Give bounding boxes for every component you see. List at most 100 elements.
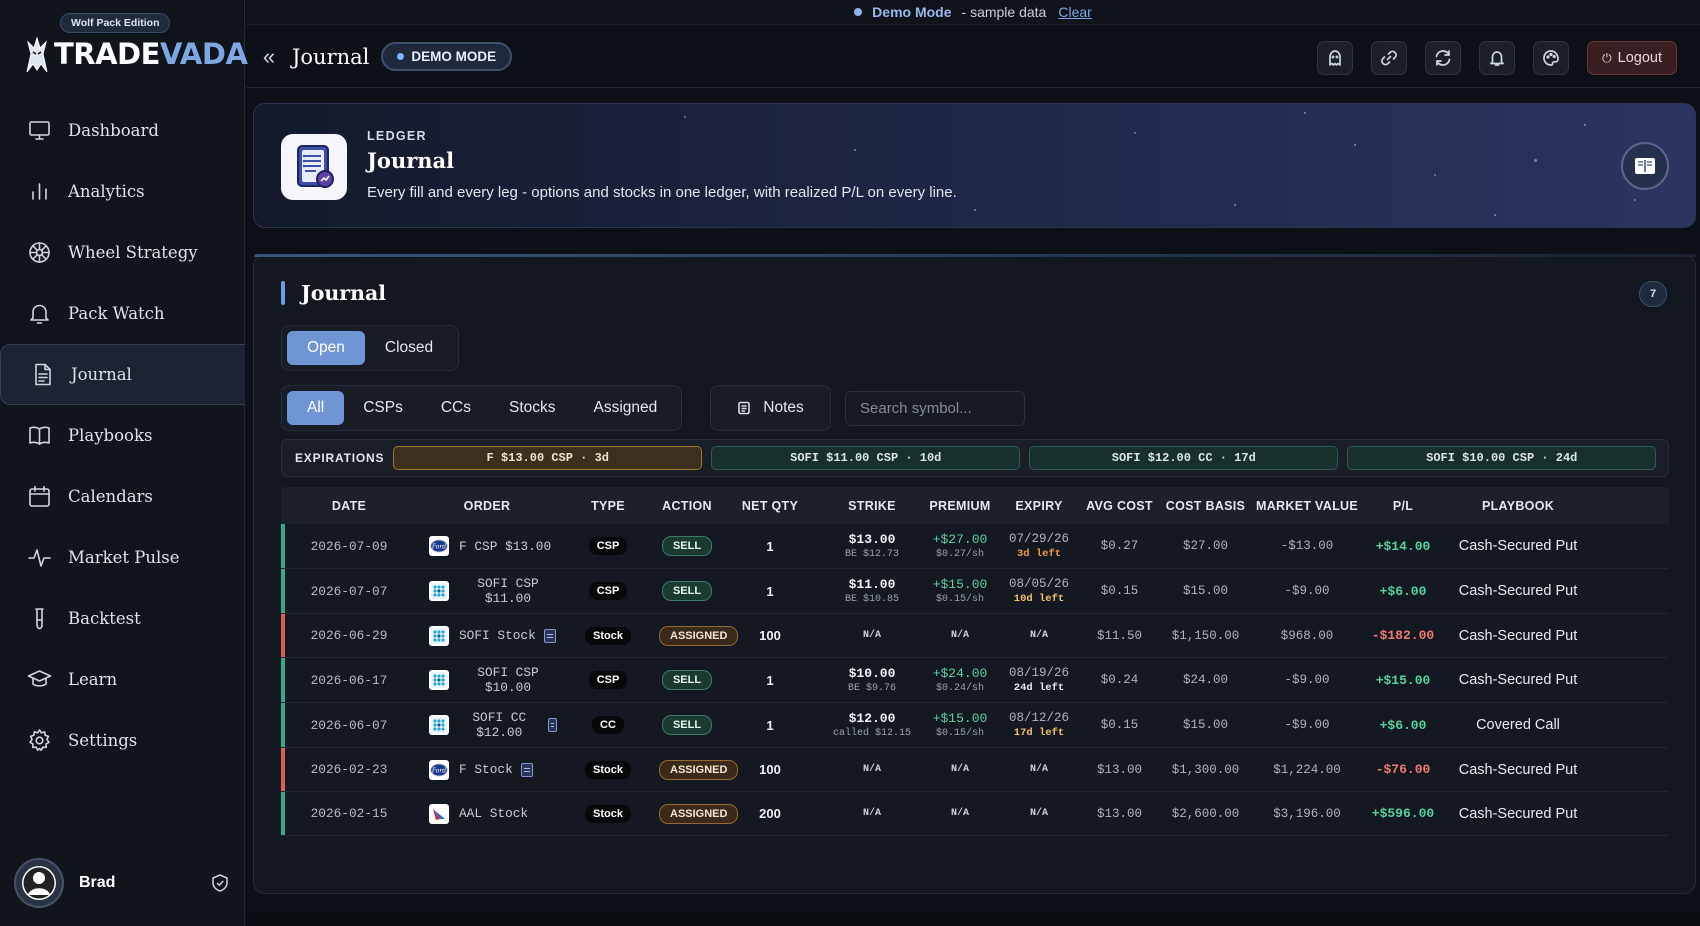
cell-cost-basis: $1,150.00 [1171,628,1240,643]
cell-expiry: 08/12/26 17d left [1008,711,1069,739]
expiration-chip[interactable]: SOFI $10.00 CSP · 24d [1347,446,1657,470]
cell-order[interactable]: SOFI CSP $10.00 [417,665,557,695]
avatar[interactable] [14,858,64,908]
column-header-date[interactable]: DATE [281,499,417,513]
sidebar-item-analytics[interactable]: Analytics [0,161,245,222]
shield-check-icon[interactable] [210,873,230,893]
clear-demo-link[interactable]: Clear [1058,4,1091,20]
sidebar-item-dashboard[interactable]: Dashboard [0,100,245,161]
cell-type: Stock [557,760,659,779]
notes-icon [738,401,751,415]
cell-expiry: 08/19/26 24d left [1008,666,1069,694]
cell-avg-cost: $0.24 [1100,673,1139,687]
theme-button[interactable] [1533,41,1570,75]
table-row[interactable]: 2026-06-29 SOFI Stock Stock ASSIGNED 100 N/A N… [281,614,1669,658]
cell-net-qty: 1 [766,672,774,688]
column-header-type[interactable]: TYPE [557,499,659,513]
column-header-action[interactable]: ACTION [659,499,715,513]
sidebar-item-journal[interactable]: Journal [0,344,245,405]
cell-order[interactable]: SOFI CC $12.00 [417,710,557,740]
sidebar-item-label: Journal [71,365,132,384]
expiration-chip[interactable]: SOFI $11.00 CSP · 10d [711,446,1021,470]
row-status-edge [281,748,285,791]
sidebar-item-label: Backtest [68,609,141,628]
bar-chart-icon [26,179,52,205]
filter-tab-all[interactable]: All [287,391,345,425]
svg-text:Ford: Ford [431,544,446,551]
column-header-strike[interactable]: STRIKE [825,499,919,513]
cell-order[interactable]: SOFI Stock [417,625,557,646]
sidebar-item-pack-watch[interactable]: Pack Watch [0,283,245,344]
column-header-p-l[interactable]: P/L [1365,499,1441,513]
brand-logo[interactable]: Wolf Pack Edition TRADEVADA [22,12,248,74]
note-icon[interactable] [543,628,556,643]
calendar-icon [26,484,52,510]
type-badge: Stock [585,626,631,645]
cell-order[interactable]: SOFI CSP $11.00 [417,576,557,606]
user-profile[interactable]: Brad [14,858,234,908]
row-status-edge [281,569,285,613]
sidebar-item-wheel-strategy[interactable]: Wheel Strategy [0,222,245,283]
table-row[interactable]: 2026-07-07 SOFI CSP $11.00 CSP SELL 1 $11.00 B… [281,569,1669,614]
sidebar-item-backtest[interactable]: Backtest [0,588,245,649]
column-header-avg-cost[interactable]: AVG COST [1077,499,1162,513]
refresh-button[interactable] [1425,41,1462,75]
filter-tab-stocks[interactable]: Stocks [490,391,575,425]
sidebar-item-market-pulse[interactable]: Market Pulse [0,527,245,588]
cell-pl: -$76.00 [1375,762,1431,777]
ghost-button[interactable] [1317,41,1354,75]
cell-playbook: Covered Call [1476,717,1560,733]
table-row[interactable]: 2026-02-15 AAL Stock Stock ASSIGNED 200 N/A N/… [281,792,1669,836]
column-header-net-qty[interactable]: NET QTY [715,499,825,513]
wolf-icon [26,36,48,73]
sidebar-item-learn[interactable]: Learn [0,649,245,710]
expiration-chip[interactable]: SOFI $12.00 CC · 17d [1029,446,1339,470]
column-header-market-value[interactable]: MARKET VALUE [1249,499,1365,513]
cell-order[interactable]: AAL Stock [417,803,557,824]
column-header-playbook[interactable]: PLAYBOOK [1441,499,1595,513]
notes-button[interactable]: Notes [710,385,831,431]
demo-mode-badge: DEMO MODE [381,42,513,71]
cell-strike: N/A [862,630,881,641]
link-button[interactable] [1371,41,1408,75]
cell-cost-basis: $24.00 [1182,673,1228,687]
cell-premium: +$15.00 $0.15/sh [932,711,988,739]
note-icon[interactable] [547,718,557,732]
cell-type: CSP [557,582,659,600]
filter-tab-assigned[interactable]: Assigned [575,391,677,425]
note-icon[interactable] [520,762,533,777]
demo-banner: Demo Mode - sample data Clear [246,0,1700,25]
cell-order[interactable]: Ford F Stock [417,759,557,780]
ticker-logo-icon [429,670,449,690]
search-input[interactable] [845,391,1025,426]
sample-data-label: - sample data [961,4,1047,20]
column-header-premium[interactable]: PREMIUM [919,499,1001,513]
collapse-sidebar-icon[interactable]: « [258,44,280,69]
sidebar-item-label: Market Pulse [68,548,180,567]
sidebar-item-label: Calendars [68,487,153,506]
filter-tab-ccs[interactable]: CCs [422,391,490,425]
notifications-button[interactable] [1479,41,1516,75]
status-tab-closed[interactable]: Closed [365,331,453,365]
sidebar-item-settings[interactable]: Settings [0,710,245,771]
filter-tab-csps[interactable]: CSPs [344,391,422,425]
table-row[interactable]: 2026-06-17 SOFI CSP $10.00 CSP SELL 1 $10.00 B… [281,658,1669,703]
cell-order[interactable]: Ford F CSP $13.00 [417,536,557,556]
guide-button[interactable] [1621,142,1669,190]
table-row[interactable]: 2026-02-23 Ford F Stock Stock ASSIGNED 100 N/A… [281,748,1669,792]
table-row[interactable]: 2026-07-09 Ford F CSP $13.00 CSP SELL 1 $13.00… [281,524,1669,569]
action-badge: SELL [661,715,713,735]
user-name: Brad [79,874,116,891]
column-header-expiry[interactable]: EXPIRY [1001,499,1077,513]
sidebar-item-playbooks[interactable]: Playbooks [0,405,245,466]
sidebar-item-calendars[interactable]: Calendars [0,466,245,527]
brand-name: TRADEVADA [54,37,248,71]
expiration-chip[interactable]: F $13.00 CSP · 3d [393,446,703,470]
column-header-order[interactable]: ORDER [417,499,557,513]
ticker-logo-icon [429,581,449,601]
logout-button[interactable]: ⏻ Logout [1587,41,1677,75]
table-row[interactable]: 2026-06-07 SOFI CC $12.00 CC SELL 1 $12.00 cal… [281,703,1669,748]
status-tab-open[interactable]: Open [287,331,365,365]
row-status-edge [281,614,285,657]
column-header-cost-basis[interactable]: COST BASIS [1162,499,1249,513]
